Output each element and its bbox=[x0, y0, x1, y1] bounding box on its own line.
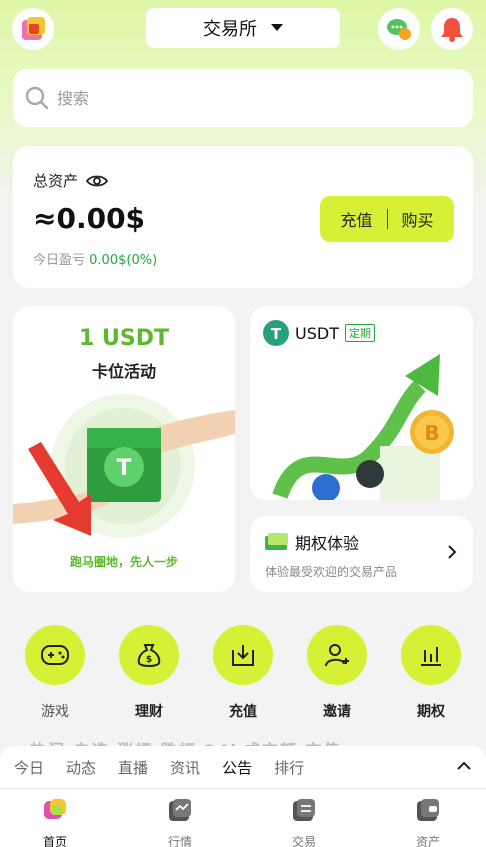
search-icon bbox=[25, 86, 49, 110]
trade-icon bbox=[293, 799, 315, 821]
caret-down-icon bbox=[271, 24, 283, 31]
bell-icon bbox=[441, 18, 463, 42]
money-bag-icon: $ bbox=[137, 644, 161, 667]
bar-chart-icon bbox=[421, 647, 441, 666]
nav-assets[interactable]: 资产 bbox=[398, 797, 458, 847]
chat-icon bbox=[387, 19, 411, 40]
nav-label: 行情 bbox=[167, 835, 192, 847]
nav-label: 首页 bbox=[42, 835, 67, 847]
quick-action-games[interactable]: 游戏 bbox=[25, 625, 85, 721]
app-logo[interactable] bbox=[12, 8, 54, 50]
quick-action-label: 邀请 bbox=[323, 704, 351, 720]
exchange-label: 交易所 bbox=[203, 19, 257, 40]
svg-text:B: B bbox=[424, 421, 439, 445]
quick-action-label: 充值 bbox=[229, 704, 257, 720]
usdt-coin-label: USDT bbox=[295, 323, 339, 343]
asset-card: 总资产 ≈0.00$ 今日盈亏 0.00$(0%) 充值 购买 bbox=[13, 146, 473, 288]
deposit-icon bbox=[232, 645, 254, 666]
daily-pnl-value: 0.00$(0%) bbox=[89, 253, 158, 268]
daily-pnl-label: 今日盈亏 bbox=[33, 253, 86, 268]
svg-text:$: $ bbox=[146, 655, 152, 665]
tab-news[interactable]: 资讯 bbox=[170, 757, 200, 778]
options-experience-card[interactable]: 期权体验 体验最受欢迎的交易产品 bbox=[250, 516, 473, 592]
chat-button[interactable] bbox=[378, 8, 420, 50]
exchange-selector[interactable]: 交易所 bbox=[146, 8, 340, 48]
search-input[interactable] bbox=[57, 88, 437, 108]
wallet-icon bbox=[417, 799, 439, 821]
quick-action-label: 期权 bbox=[417, 704, 445, 720]
deposit-buy-pill: 充值 购买 bbox=[320, 196, 454, 242]
nav-trade[interactable]: 交易 bbox=[274, 797, 334, 847]
deposit-button[interactable]: 充值 bbox=[326, 207, 386, 231]
news-tab-bar: 今日 动态 直播 资讯 公告 排行 bbox=[0, 746, 486, 788]
home-icon bbox=[44, 799, 66, 819]
svg-text:T: T bbox=[116, 456, 131, 481]
buy-button[interactable]: 购买 bbox=[388, 207, 448, 231]
options-title: 期权体验 bbox=[295, 534, 360, 553]
chevron-right-icon bbox=[448, 545, 457, 559]
tab-today[interactable]: 今日 bbox=[14, 757, 44, 778]
market-icon bbox=[169, 799, 191, 821]
usdt-promo-card[interactable]: 1 USDT 卡位活动 T 跑马圈地，先人一步 bbox=[13, 306, 235, 592]
promo-title: 1 USDT bbox=[79, 326, 169, 351]
tether-icon: T bbox=[263, 320, 289, 346]
daily-pnl: 今日盈亏 0.00$(0%) bbox=[33, 249, 157, 268]
bottom-navigation: 首页 行情 交易 资产 bbox=[0, 788, 486, 847]
quick-action-wealth[interactable]: $ 理财 bbox=[119, 625, 179, 721]
nav-label: 交易 bbox=[291, 835, 316, 847]
chevron-up-icon[interactable] bbox=[454, 756, 474, 776]
tab-announcements[interactable]: 公告 bbox=[222, 757, 252, 778]
search-bar[interactable] bbox=[13, 69, 473, 127]
eye-icon[interactable] bbox=[86, 174, 109, 188]
gamepad-icon bbox=[41, 645, 69, 665]
nav-market[interactable]: 行情 bbox=[150, 797, 210, 847]
fixed-term-tag: 定期 bbox=[344, 324, 375, 342]
total-assets-value: ≈0.00$ bbox=[33, 202, 146, 235]
tab-ranking[interactable]: 排行 bbox=[274, 757, 304, 778]
nav-label: 资产 bbox=[415, 835, 440, 847]
options-ticket-icon bbox=[265, 533, 288, 550]
logo-icon bbox=[22, 17, 45, 40]
promo-subtitle: 卡位活动 bbox=[91, 362, 156, 381]
quick-action-options[interactable]: 期权 bbox=[401, 625, 461, 721]
quick-action-deposit[interactable]: 充值 bbox=[213, 625, 273, 721]
tab-feed[interactable]: 动态 bbox=[66, 757, 96, 778]
svg-text:T: T bbox=[271, 325, 282, 343]
options-subtitle: 体验最受欢迎的交易产品 bbox=[265, 565, 398, 579]
nav-home[interactable]: 首页 bbox=[25, 797, 85, 847]
usdt-fixed-card[interactable]: T USDT 定期 B bbox=[250, 306, 473, 500]
promo-caption: 跑马圈地，先人一步 bbox=[69, 555, 178, 569]
notification-button[interactable] bbox=[431, 8, 473, 50]
quick-action-label: 游戏 bbox=[41, 704, 69, 720]
add-user-icon bbox=[325, 644, 349, 667]
quick-action-invite[interactable]: 邀请 bbox=[307, 625, 367, 721]
total-assets-label: 总资产 bbox=[33, 172, 79, 190]
usdt-box-illustration: T bbox=[13, 394, 235, 538]
growth-arrow-illustration: B bbox=[272, 354, 454, 500]
tab-live[interactable]: 直播 bbox=[118, 757, 148, 778]
quick-action-label: 理财 bbox=[135, 704, 163, 720]
